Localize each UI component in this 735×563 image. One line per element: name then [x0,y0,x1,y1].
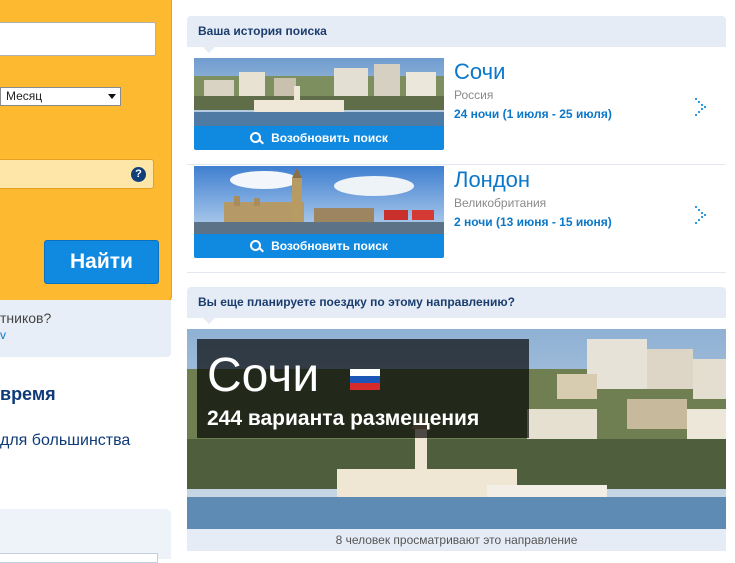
history-country: Россия [454,88,494,102]
chevron-right-icon[interactable] [694,205,708,225]
london-thumbnail[interactable] [194,166,444,234]
search-icon [250,240,262,251]
history-country: Великобритания [454,196,547,210]
left-info-panel: тников? v [0,300,171,357]
guests-field[interactable]: ? [0,159,154,189]
destination-promo-banner[interactable]: Сочи 244 варианта размещения [187,329,726,529]
sochi-thumbnail[interactable] [194,58,444,126]
left-bottom-panel [0,509,171,563]
search-icon [250,132,262,143]
promo-city-name: Сочи [207,349,320,402]
help-icon[interactable]: ? [131,167,146,182]
history-item-sochi[interactable]: Возобновить поиск Сочи Россия 24 ночи (1… [187,58,726,165]
london-photo [194,166,444,234]
left-promo-heading: время [0,384,56,404]
planning-header: Вы еще планируете поездку по этому напра… [187,287,726,324]
russia-flag-icon [350,369,380,390]
find-button[interactable]: Найти [44,240,159,284]
sochi-photo [194,58,444,126]
history-dates[interactable]: 24 ночи (1 июля - 25 июля) [454,107,612,121]
promo-overlay: Сочи 244 варианта размещения [197,339,529,438]
history-dates[interactable]: 2 ночи (13 июня - 15 июня) [454,215,612,229]
left-info-link[interactable]: v [0,328,6,342]
month-select[interactable]: Месяц [0,87,121,106]
destination-input[interactable] [0,22,156,56]
history-item-london[interactable]: Возобновить поиск Лондон Великобритания … [187,166,726,273]
resume-search-label: Возобновить поиск [271,131,388,145]
resume-search-button-sochi[interactable]: Возобновить поиск [194,126,444,150]
history-city-name[interactable]: Лондон [454,167,530,193]
resume-search-label: Возобновить поиск [271,239,388,253]
left-promo-subtext: для большинства [0,432,131,449]
left-info-text: тников? [0,310,52,326]
left-bottom-input[interactable] [0,553,158,563]
history-city-name[interactable]: Сочи [454,59,505,85]
viewers-count-text: 8 человек просматривают это направление [187,529,726,551]
left-column: Месяц ? Найти тников? v время для больши… [0,0,172,563]
month-select-value: Месяц [6,89,43,103]
chevron-right-icon[interactable] [694,97,708,117]
search-history-header: Ваша история поиска [187,16,726,53]
promo-offers-count: 244 варианта размещения [207,407,480,430]
resume-search-button-london[interactable]: Возобновить поиск [194,234,444,258]
search-panel: Месяц ? Найти [0,0,172,301]
dropdown-arrow-icon [108,94,116,99]
